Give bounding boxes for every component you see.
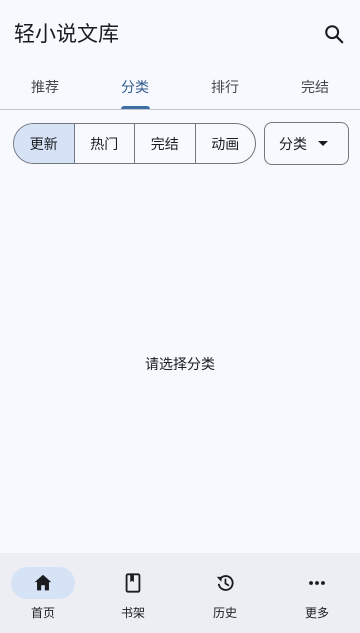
nav-more-indicator xyxy=(285,567,349,599)
filter-popular[interactable]: 热门 xyxy=(73,124,135,163)
home-icon xyxy=(34,574,52,591)
search-icon xyxy=(325,25,344,44)
book-icon xyxy=(125,573,141,593)
nav-home-label: 首页 xyxy=(30,606,55,620)
nav-bookshelf[interactable]: 书架 xyxy=(90,553,180,633)
category-dropdown-label: 分类 xyxy=(279,136,307,153)
tab-indicator xyxy=(121,106,150,109)
history-icon xyxy=(216,575,234,591)
tab-category[interactable]: 分类 xyxy=(90,64,180,109)
nav-history[interactable]: 历史 xyxy=(182,553,272,633)
nav-more[interactable]: 更多 xyxy=(274,553,360,633)
nav-bookshelf-indicator xyxy=(101,567,165,599)
search-button[interactable] xyxy=(314,14,354,54)
app-title: 轻小说文库 xyxy=(14,22,119,46)
nav-home[interactable]: 首页 xyxy=(0,553,90,633)
tab-ranking[interactable]: 排行 xyxy=(180,64,270,109)
more-icon xyxy=(309,581,325,585)
app-root: 轻小说文库 推荐 分类 排行 完结 更新 热门 完结 动画 分类 请选择分类 首… xyxy=(0,0,360,633)
filter-update[interactable]: 更新 xyxy=(14,124,74,163)
filter-completed[interactable]: 完结 xyxy=(134,124,195,163)
nav-history-indicator xyxy=(193,567,257,599)
nav-more-label: 更多 xyxy=(304,606,329,620)
sort-segmented-control: 更新 热门 完结 动画 xyxy=(13,123,256,164)
tab-recommend[interactable]: 推荐 xyxy=(0,64,90,109)
nav-history-label: 历史 xyxy=(212,606,237,620)
nav-home-indicator xyxy=(11,567,75,599)
category-dropdown[interactable]: 分类 xyxy=(264,122,349,165)
tab-completed[interactable]: 完结 xyxy=(270,64,360,109)
filter-anime[interactable]: 动画 xyxy=(194,124,256,163)
bottom-navigation: 首页 书架 历史 更多 xyxy=(0,553,360,633)
nav-bookshelf-label: 书架 xyxy=(120,606,145,620)
top-app-bar: 轻小说文库 xyxy=(0,0,360,64)
dropdown-caret-icon xyxy=(318,141,328,146)
empty-state-message: 请选择分类 xyxy=(145,357,215,373)
tab-bar: 推荐 分类 排行 完结 xyxy=(0,64,360,110)
